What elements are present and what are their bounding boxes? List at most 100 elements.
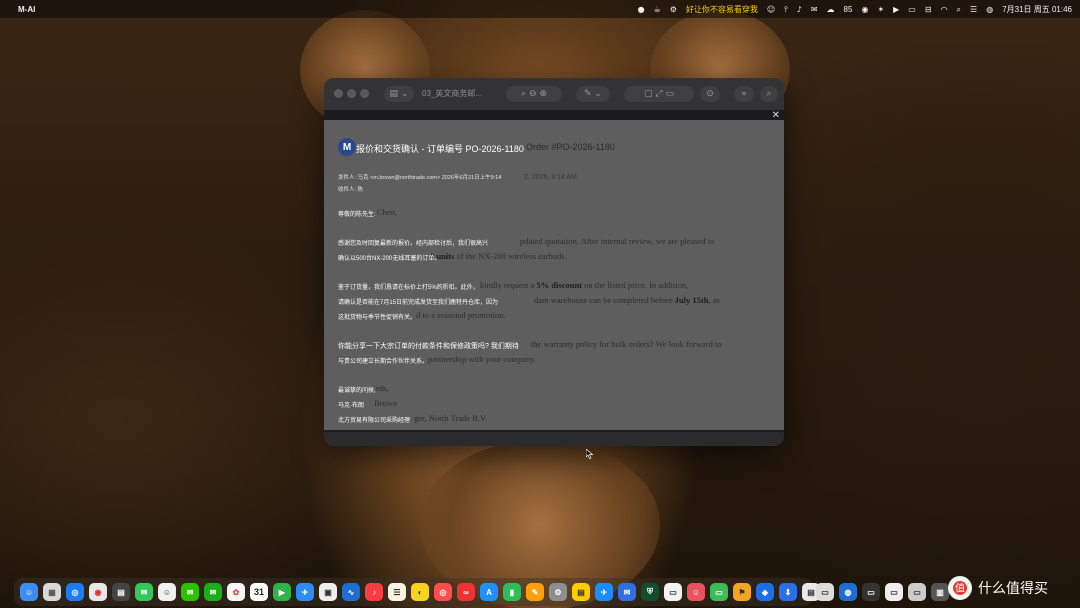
close-button[interactable] xyxy=(334,89,343,98)
folder-icon[interactable]: ▭ xyxy=(816,583,834,601)
document-thumb-icon[interactable]: ▭ xyxy=(908,583,926,601)
title-en: ger, North Trade B.V. xyxy=(414,413,488,423)
greeting-cn: 尊敬的陈先生: xyxy=(338,212,376,218)
closing-cn: 最诚挚的问候, xyxy=(338,388,376,394)
dropzone-icon[interactable]: ⚑ xyxy=(733,583,751,601)
calculator-icon[interactable]: ▤ xyxy=(112,583,130,601)
contacts-icon[interactable]: ☺ xyxy=(158,583,176,601)
pin-icon[interactable]: ⫯ xyxy=(784,5,787,14)
window-toolbar: ▤ ⌄ 03_英文商务邮... ⌕ ⊖ ⊕ ✎ ⌄ ▢ ⤢ ▭ ⊙ » ⌕ xyxy=(324,78,784,110)
from-line: 发件人: 马克 <m.brown@northtrade.com> 2026年6月… xyxy=(338,175,502,181)
minimize-button[interactable] xyxy=(347,89,356,98)
p2-en-b2: , as xyxy=(708,295,720,305)
p2-en-b: dam warehouse can be completed before xyxy=(534,295,675,305)
focus-icon[interactable]: ◉ xyxy=(861,5,868,14)
netease-music-icon[interactable]: ◎ xyxy=(434,583,452,601)
edit-tools[interactable]: ▢ ⤢ ▭ xyxy=(624,86,694,102)
annotate-icon[interactable]: ⊙ xyxy=(700,86,720,102)
calendar-icon[interactable]: 31 xyxy=(250,583,268,601)
music-icon[interactable]: ♪ xyxy=(365,583,383,601)
siri-icon[interactable]: ◍ xyxy=(986,5,993,14)
numbers-icon[interactable]: ▮ xyxy=(503,583,521,601)
stickies-icon[interactable]: ▤ xyxy=(572,583,590,601)
p2-cn-line1: 鉴于订货量，我们恳请在标价上打5%的折扣。此外， xyxy=(338,285,479,291)
p2-en-a2: on the listed price. In addition, xyxy=(582,280,689,290)
battery-percent: 85 xyxy=(843,4,853,14)
red-app-icon[interactable]: ∞ xyxy=(457,583,475,601)
cloud-icon[interactable]: ☁ xyxy=(827,5,835,14)
menu-bar: M-AI ● ☕ ⚙ 好让你不容易看穿我 ☺ ⫯ ♪ ✉ ☁ 85 ◉ ✶ ▶ … xyxy=(0,0,1080,18)
photos-icon[interactable]: ✿ xyxy=(227,583,245,601)
screen-icon[interactable]: ▭ xyxy=(710,583,728,601)
launchpad-icon[interactable]: ▦ xyxy=(43,583,61,601)
p2-cn-line3: 这批货物与季节性促销有关。 xyxy=(338,315,417,321)
messages-icon[interactable]: ✉ xyxy=(135,583,153,601)
chart-app-icon[interactable]: ∿ xyxy=(342,583,360,601)
status-text[interactable]: 好让你不容易看穿我 xyxy=(686,4,758,15)
settings-icon[interactable]: ⚙ xyxy=(670,5,677,14)
app-menu-name[interactable]: M-AI xyxy=(18,5,35,14)
p2-en-line3: d to a seasonal promotion. xyxy=(416,310,506,320)
voice-icon[interactable]: ♪ xyxy=(797,5,802,14)
wechat-work-icon[interactable]: ✉ xyxy=(204,583,222,601)
p2-en-a: kindly request a xyxy=(480,280,537,290)
p2-en-date: July 15th xyxy=(674,295,709,305)
zoom-button[interactable] xyxy=(360,89,369,98)
watermark-text: 什么值得买 xyxy=(978,581,1048,597)
closing-en: rds, xyxy=(376,383,389,393)
sidebar-toggle-button[interactable]: ▤ ⌄ xyxy=(384,86,414,102)
safari-icon[interactable]: ◎ xyxy=(66,583,84,601)
trash-icon[interactable]: ▥ xyxy=(931,583,949,601)
cat-icon[interactable]: ☺ xyxy=(767,5,775,14)
wifi-icon[interactable]: ◠ xyxy=(941,5,948,14)
name-en: Brown xyxy=(374,398,398,408)
battery-icon[interactable]: ▭ xyxy=(908,5,916,14)
zoom-controls[interactable]: ⌕ ⊖ ⊕ xyxy=(506,86,562,102)
p1-cn-line2: 确认以500台NX-200无线耳塞的订单。 xyxy=(338,256,441,262)
keep-icon[interactable]: ◐ xyxy=(411,583,429,601)
script-editor-icon[interactable]: ▭ xyxy=(664,583,682,601)
bluetooth-icon[interactable]: ✶ xyxy=(877,5,884,14)
subject-en: Order #PO-2026-1180 xyxy=(526,142,615,152)
globe-icon[interactable]: ◍ xyxy=(839,583,857,601)
record-icon[interactable]: ● xyxy=(638,5,645,14)
cube-icon[interactable]: ◆ xyxy=(756,583,774,601)
control-icon[interactable]: ⊟ xyxy=(925,5,932,14)
more-icon[interactable]: » xyxy=(734,86,754,102)
search-icon[interactable]: ⌕ xyxy=(957,5,961,14)
markup-button[interactable]: ✎ ⌄ xyxy=(576,86,610,102)
search-icon[interactable]: ⌕ xyxy=(760,86,778,102)
window-thumb-icon[interactable]: ▭ xyxy=(862,583,880,601)
finder-icon[interactable]: ☺ xyxy=(20,583,38,601)
facetime-icon[interactable]: ▶ xyxy=(273,583,291,601)
wechat-icon[interactable]: ✉ xyxy=(811,5,818,14)
document-thumb-icon[interactable]: ▭ xyxy=(885,583,903,601)
mouse-cursor-icon xyxy=(586,449,594,459)
window-footer xyxy=(324,432,784,446)
control-center-icon[interactable]: ☰ xyxy=(970,5,977,14)
p3-en-line2: partnership with your company. xyxy=(428,354,537,364)
chrome-icon[interactable]: ◉ xyxy=(89,583,107,601)
pages-icon[interactable]: ✎ xyxy=(526,583,544,601)
play-icon[interactable]: ▶ xyxy=(893,5,899,14)
wechat-icon[interactable]: ✉ xyxy=(181,583,199,601)
window-title: 03_英文商务邮... xyxy=(422,89,483,98)
cup-icon[interactable]: ☕ xyxy=(654,5,661,14)
p1-en-line1: pdated quotation. After internal review,… xyxy=(520,236,715,246)
mail-icon[interactable]: ✉ xyxy=(618,583,636,601)
document-area: ✕ M Order #PO-2026-1180 报价和交货确认 - 订单编号 P… xyxy=(324,110,784,432)
notes-icon[interactable]: ☰ xyxy=(388,583,406,601)
date-en: 2, 2026, 9:14 AM xyxy=(524,174,577,181)
app-store-icon[interactable]: A xyxy=(480,583,498,601)
preview-icon[interactable]: ▣ xyxy=(319,583,337,601)
shield-icon[interactable]: ⛨ xyxy=(641,583,659,601)
feishu-icon[interactable]: ✈ xyxy=(296,583,314,601)
system-settings-icon[interactable]: ⚙ xyxy=(549,583,567,601)
avatar: M xyxy=(338,138,356,156)
p2-cn-line2: 请确认是否能在7月15日前完成发货至我们鹿特丹仓库，因为 xyxy=(338,300,499,306)
p2-en-line1: kindly request a 5% discount on the list… xyxy=(480,280,688,290)
clock[interactable]: 7月31日 周五 01:46 xyxy=(1002,4,1072,15)
testflight-icon[interactable]: ✈ xyxy=(595,583,613,601)
downloader-icon[interactable]: ⬇ xyxy=(779,583,797,601)
bear-icon[interactable]: ☺ xyxy=(687,583,705,601)
